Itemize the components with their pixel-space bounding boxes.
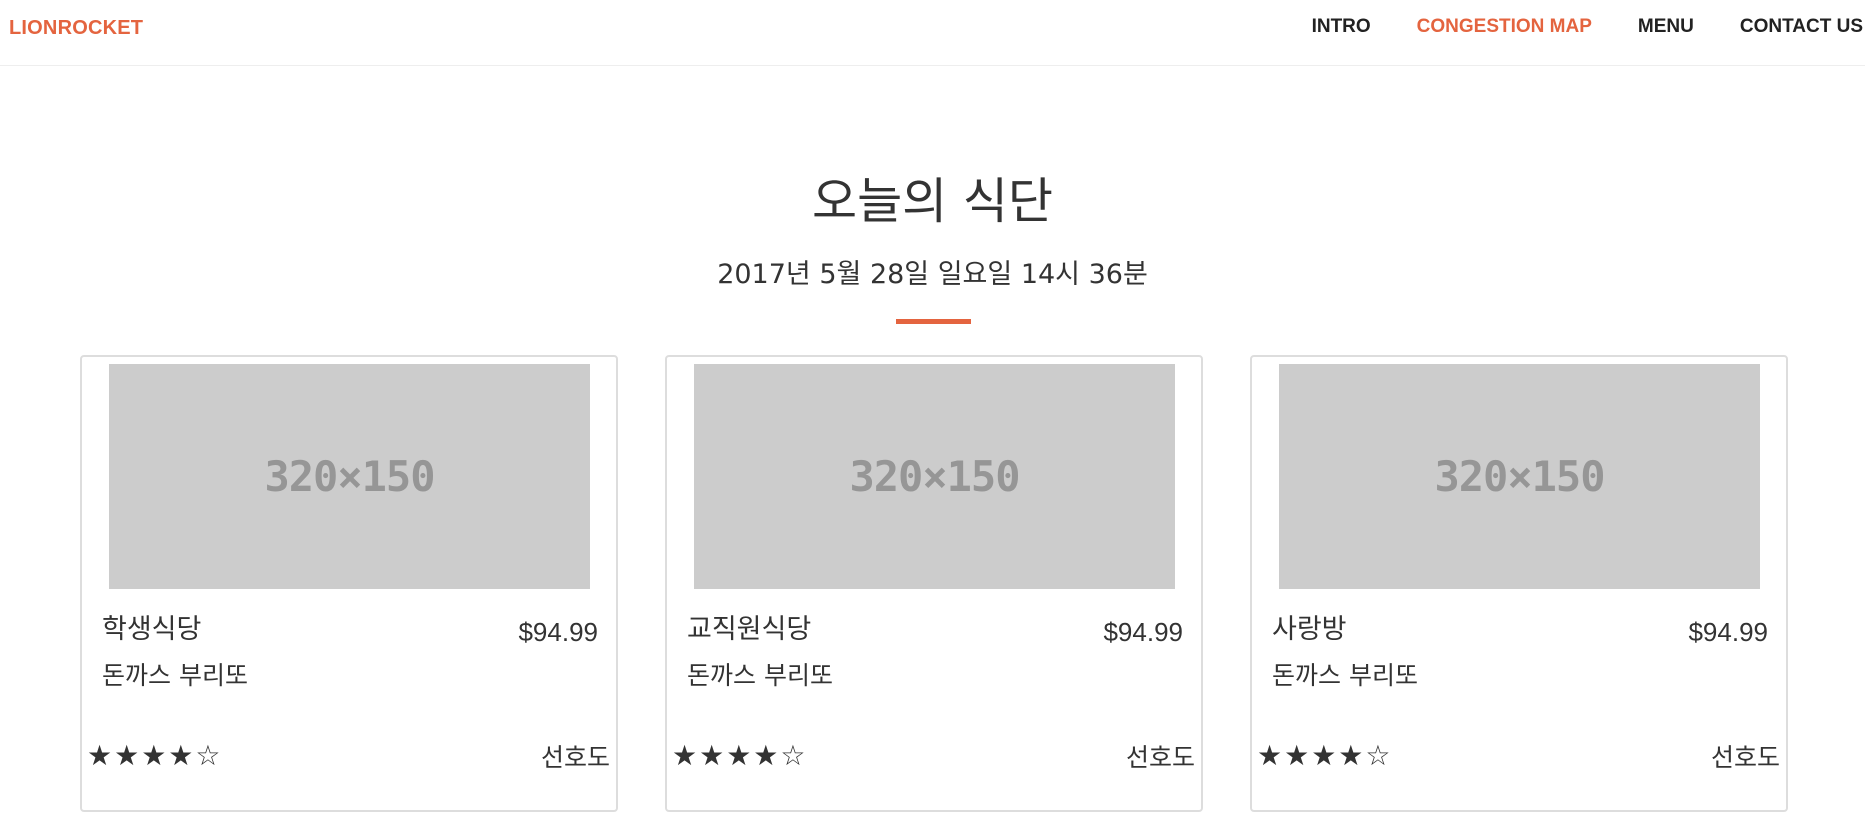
preference-label: 선호도 xyxy=(1710,743,1780,772)
star-rating: ★★★★☆ xyxy=(87,739,223,772)
star-rating: ★★★★☆ xyxy=(1257,739,1393,772)
brand-logo[interactable]: LIONROCKET xyxy=(9,17,143,40)
nav-link-contact-us[interactable]: CONTACT US xyxy=(1717,16,1863,38)
star-rating: ★★★★☆ xyxy=(672,739,808,772)
card-image-placeholder: 320×150 xyxy=(109,364,590,589)
nav-link-intro[interactable]: INTRO xyxy=(1289,16,1394,38)
card-menu-items: 돈까스 부리또 xyxy=(1272,661,1418,690)
cafeteria-name: 학생식당 xyxy=(102,614,202,645)
card-price: $94.99 xyxy=(518,617,598,647)
cafeteria-cards: 320×150 학생식당 $94.99 돈까스 부리또 ★★★★☆ 선호도 32… xyxy=(80,355,1790,815)
card-image-placeholder: 320×150 xyxy=(694,364,1175,589)
nav-link-congestion-map[interactable]: CONGESTION MAP xyxy=(1394,16,1615,38)
cafeteria-name: 사랑방 xyxy=(1272,614,1347,645)
preference-label: 선호도 xyxy=(540,743,610,772)
card-price: $94.99 xyxy=(1103,617,1183,647)
card-price: $94.99 xyxy=(1688,617,1768,647)
cafeteria-card[interactable]: 320×150 학생식당 $94.99 돈까스 부리또 ★★★★☆ 선호도 xyxy=(80,355,618,812)
cafeteria-card[interactable]: 320×150 교직원식당 $94.99 돈까스 부리또 ★★★★☆ 선호도 xyxy=(665,355,1203,812)
current-datetime: 2017년 5월 28일 일요일 14시 36분 xyxy=(717,259,1148,290)
card-menu-items: 돈까스 부리또 xyxy=(102,661,248,690)
card-menu-items: 돈까스 부리또 xyxy=(687,661,833,690)
image-size-label: 320×150 xyxy=(849,452,1020,501)
title-divider xyxy=(896,319,971,324)
card-image-placeholder: 320×150 xyxy=(1279,364,1760,589)
image-size-label: 320×150 xyxy=(264,452,435,501)
cafeteria-card[interactable]: 320×150 사랑방 $94.99 돈까스 부리또 ★★★★☆ 선호도 xyxy=(1250,355,1788,812)
preference-label: 선호도 xyxy=(1125,743,1195,772)
nav-link-menu[interactable]: MENU xyxy=(1615,16,1717,38)
navbar: LIONROCKET INTRO CONGESTION MAP MENU CON… xyxy=(0,0,1865,66)
nav-links: INTRO CONGESTION MAP MENU CONTACT US xyxy=(1289,16,1863,38)
image-size-label: 320×150 xyxy=(1434,452,1605,501)
cafeteria-name: 교직원식당 xyxy=(687,614,812,645)
page-title: 오늘의 식단 xyxy=(812,173,1053,230)
